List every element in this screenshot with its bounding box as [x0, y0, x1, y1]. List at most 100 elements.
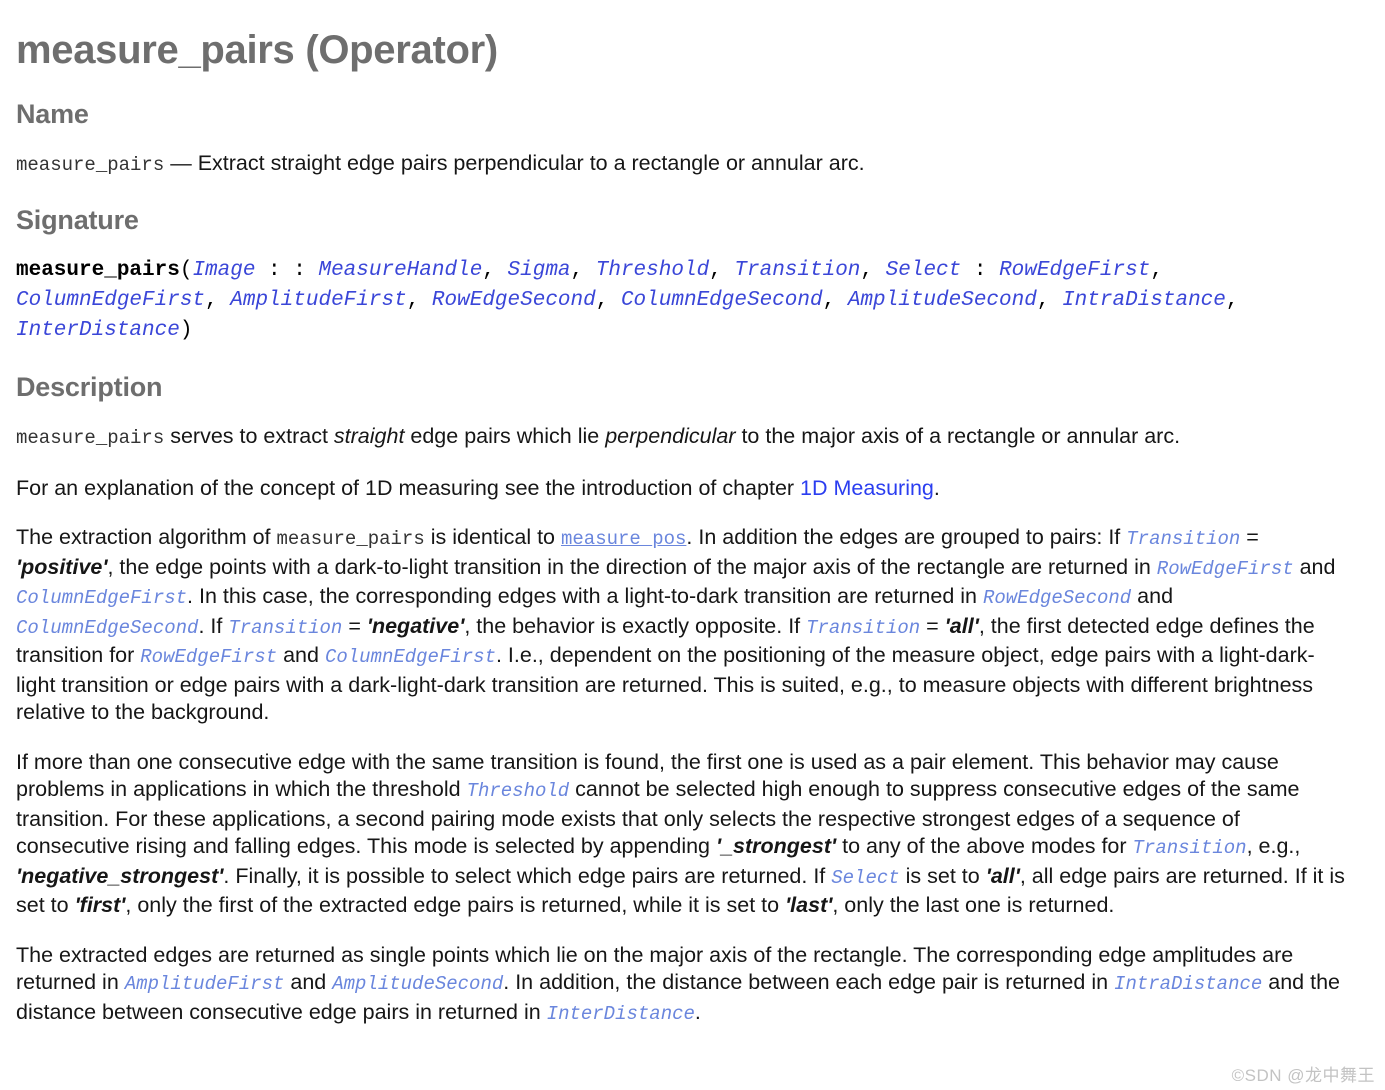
p3-text-3: . In addition the edges are grouped to p…	[686, 525, 1127, 550]
signature-close-paren: )	[179, 319, 193, 343]
signature-param-amplitudefirst: AmplitudeFirst	[230, 289, 407, 313]
p4-text-4: , e.g.,	[1246, 834, 1301, 859]
description-paragraph-3: The extraction algorithm of measure_pair…	[16, 524, 1346, 727]
signature-param-intradistance: IntraDistance	[1062, 289, 1226, 313]
csdn-watermark: ©SDN @龙中舞王	[1231, 1066, 1375, 1085]
signature-comma-7: ,	[406, 289, 432, 313]
p5-param-amplitudesecond: AmplitudeSecond	[332, 973, 504, 996]
p1-emphasis-straight: straight	[333, 424, 405, 449]
p3-text-7: . In this case, the corresponding edges …	[187, 584, 983, 609]
name-summary-paragraph: measure_pairs — Extract straight edge pa…	[16, 150, 1346, 180]
p3-text-6: and	[1293, 554, 1336, 579]
p5-text-2: and	[284, 970, 333, 995]
p3-param-rowedgefirst-1: RowEdgeFirst	[1156, 557, 1294, 580]
page-title: measure_pairs (Operator)	[16, 28, 498, 72]
p2-text-1: For an explanation of the concept of 1D …	[16, 475, 801, 500]
signature-comma-10: ,	[1036, 289, 1063, 313]
p3-text-11: , the behavior is exactly opposite. If	[464, 613, 807, 638]
p3-param-columnedgefirst-1: ColumnEdgeFirst	[16, 587, 188, 610]
p4-param-transition: Transition	[1132, 837, 1247, 860]
section-heading-signature: Signature	[16, 205, 139, 236]
p5-text-3: . In addition, the distance between each…	[503, 970, 1115, 995]
p4-param-threshold: Threshold	[466, 780, 570, 803]
p4-text-9: , only the last one is returned.	[832, 893, 1115, 918]
p1-text-3: to the major axis of a rectangle or annu…	[735, 424, 1181, 449]
signature-param-columnedgesecond: ColumnEdgeSecond	[620, 289, 823, 313]
p1-text-2: edge pairs which lie	[404, 424, 606, 449]
signature-operator-name: measure_pairs	[16, 259, 180, 283]
signature-param-threshold: Threshold	[595, 259, 710, 283]
p3-value-positive: 'positive'	[16, 554, 108, 579]
description-paragraph-1: measure_pairs serves to extract straight…	[16, 423, 1346, 453]
p3-param-transition-3: Transition	[806, 616, 921, 639]
p3-value-negative: 'negative'	[366, 613, 465, 638]
signature-comma-6: ,	[205, 289, 231, 313]
p5-param-amplitudefirst: AmplitudeFirst	[124, 973, 285, 996]
link-1d-measuring[interactable]: 1D Measuring	[800, 476, 934, 500]
p4-param-select: Select	[831, 866, 900, 889]
signature-param-rowedgesecond: RowEdgeSecond	[431, 289, 596, 313]
document-page: measure_pairs (Operator) Name measure_pa…	[0, 0, 1385, 1028]
p1-text-1: serves to extract	[164, 424, 334, 449]
signature-comma-4: ,	[860, 259, 886, 283]
p4-text-5: . Finally, it is possible to select whic…	[223, 863, 832, 888]
signature-comma-11: ,	[1225, 289, 1239, 313]
p3-text-12: =	[920, 613, 945, 638]
signature-open-paren: (	[179, 259, 193, 283]
description-paragraph-4: If more than one consecutive edge with t…	[16, 749, 1346, 920]
p3-text-4: =	[1240, 525, 1259, 550]
p3-text-14: and	[277, 643, 325, 668]
signature-param-measurehandle: MeasureHandle	[318, 259, 483, 283]
operator-code-ref: measure_pairs	[16, 153, 165, 176]
p3-param-rowedgesecond: RowEdgeSecond	[982, 587, 1132, 610]
p4-text-6: is set to	[899, 863, 986, 888]
section-heading-name: Name	[16, 98, 89, 129]
p4-value-first: 'first'	[74, 893, 126, 918]
p2-text-2: .	[933, 475, 940, 500]
p3-text-8: and	[1131, 584, 1174, 609]
signature-comma-8: ,	[595, 289, 621, 313]
name-summary-text: Extract straight edge pairs perpendicula…	[197, 150, 865, 175]
p5-param-interdistance: InterDistance	[546, 1002, 695, 1025]
signature-colons: : :	[255, 259, 319, 283]
signature-colon-out: :	[961, 259, 1000, 283]
p3-param-rowedgefirst-2: RowEdgeFirst	[140, 646, 278, 669]
signature-param-columnedgefirst: ColumnEdgeFirst	[16, 289, 206, 313]
p4-value-strongest: '_strongest'	[715, 834, 837, 859]
signature-param-amplitudesecond: AmplitudeSecond	[847, 289, 1037, 313]
signature-param-transition: Transition	[734, 259, 861, 283]
signature-param-select: Select	[885, 259, 962, 283]
p4-value-last: 'last'	[785, 893, 833, 918]
p3-param-transition-1: Transition	[1126, 528, 1241, 551]
p3-text-1: The extraction algorithm of	[16, 525, 277, 550]
p4-text-8: , only the first of the extracted edge p…	[125, 893, 786, 918]
signature-comma-3: ,	[709, 259, 735, 283]
signature-param-rowedgefirst: RowEdgeFirst	[999, 259, 1151, 283]
p3-text-2: is identical to	[424, 525, 561, 550]
p5-param-intradistance: IntraDistance	[1114, 973, 1263, 996]
p3-param-transition-2: Transition	[228, 616, 343, 639]
link-measure-pos[interactable]: measure_pos	[561, 528, 686, 550]
description-paragraph-5: The extracted edges are returned as sing…	[16, 942, 1346, 1029]
p4-text-3: to any of the above modes for	[836, 834, 1133, 859]
em-dash: —	[170, 150, 192, 175]
signature-param-interdistance: InterDistance	[16, 319, 180, 343]
description-paragraph-2: For an explanation of the concept of 1D …	[16, 475, 1346, 503]
signature-comma-9: ,	[822, 289, 848, 313]
code-measure-pairs: measure_pairs	[16, 427, 165, 450]
p3-text-10: =	[342, 613, 367, 638]
p3-code-measure-pairs: measure_pairs	[276, 528, 425, 551]
section-heading-description: Description	[16, 372, 163, 403]
signature-comma-1: ,	[482, 259, 508, 283]
signature-param-image: Image	[192, 259, 256, 283]
p3-param-columnedgesecond: ColumnEdgeSecond	[16, 616, 199, 639]
signature-param-sigma: Sigma	[507, 259, 571, 283]
p5-text-5: .	[694, 999, 701, 1024]
signature-comma-2: ,	[570, 259, 596, 283]
p3-text-5: , the edge points with a dark-to-light t…	[107, 554, 1157, 579]
signature-comma-5: ,	[1150, 259, 1163, 283]
operator-signature: measure_pairs(Image : : MeasureHandle, S…	[16, 256, 1361, 346]
p3-value-all: 'all'	[944, 613, 979, 638]
p4-value-all: 'all'	[985, 863, 1020, 888]
p4-value-negative-strongest: 'negative_strongest'	[16, 863, 224, 888]
